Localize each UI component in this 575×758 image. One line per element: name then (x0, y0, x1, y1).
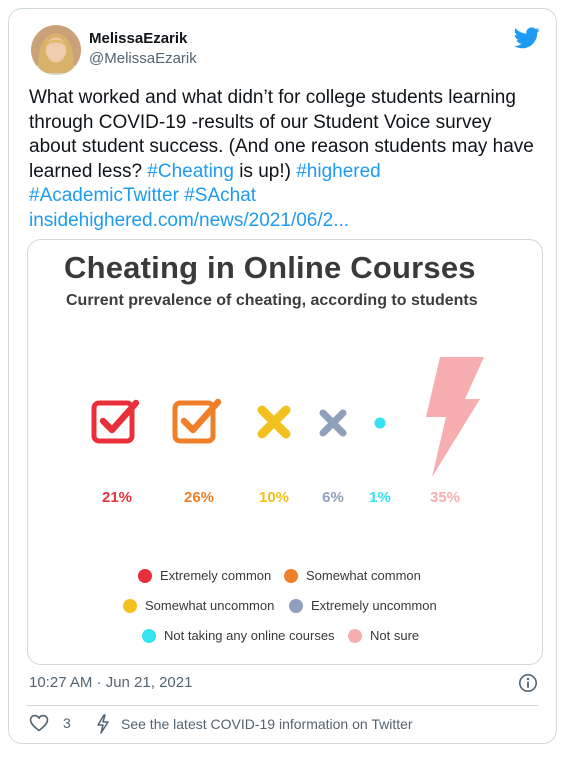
covid-info-link[interactable]: See the latest COVID-19 information on T… (95, 714, 413, 734)
stat-somewhat-uncommon: 10% (258, 489, 290, 506)
legend-label: Extremely uncommon (311, 598, 437, 613)
tweet-card: MelissaEzarik @MelissaEzarik What worked… (8, 8, 557, 744)
x-mark-icon (319, 409, 347, 437)
hashtag-academictwitter[interactable]: #AcademicTwitter (29, 185, 179, 206)
stat-extremely-common: 21% (101, 489, 133, 506)
legend-label: Somewhat common (306, 568, 421, 583)
stat-not-sure: 35% (429, 489, 461, 506)
infographic-title: Cheating in Online Courses (64, 250, 476, 285)
legend-label: Not taking any online courses (164, 628, 335, 643)
author-name[interactable]: MelissaEzarik (89, 30, 187, 47)
tweet-text: What worked and what didn’t for college … (29, 86, 539, 233)
lightning-bolt-icon (97, 714, 109, 734)
infographic-subtitle: Current prevalence of cheating, accordin… (66, 292, 478, 309)
author-handle[interactable]: @MelissaEzarik (89, 50, 197, 67)
tweet-body-continued: is up!) (233, 160, 297, 182)
hashtag-highered[interactable]: #highered (296, 161, 381, 182)
legend-dot (289, 598, 303, 613)
info-icon[interactable] (518, 673, 538, 693)
legend-label: Not sure (370, 628, 420, 643)
legend-dot (142, 628, 156, 643)
x-mark-icon (257, 405, 291, 439)
hashtag-sachat[interactable]: #SAchat (184, 185, 256, 206)
legend-somewhat-common: Somewhat common (284, 568, 421, 583)
legend-somewhat-uncommon: Somewhat uncommon (123, 598, 274, 613)
divider (27, 705, 538, 706)
lightning-icon (426, 357, 484, 477)
legend-label: Somewhat uncommon (145, 598, 275, 613)
covid-info-text: See the latest COVID-19 information on T… (121, 716, 413, 732)
legend-extremely-common: Extremely common (138, 568, 271, 583)
like-button[interactable]: 3 (29, 714, 71, 732)
stat-somewhat-common: 26% (183, 489, 215, 506)
legend-dot (123, 598, 137, 613)
like-count: 3 (63, 715, 71, 731)
legend-dot (138, 568, 152, 583)
avatar[interactable] (31, 25, 81, 75)
stat-extremely-uncommon: 6% (322, 489, 344, 506)
legend-not-taking-courses: Not taking any online courses (142, 628, 335, 643)
legend-not-sure: Not sure (348, 628, 419, 643)
infographic-image[interactable]: Cheating in Online Courses Current preva… (27, 239, 543, 665)
hashtag-cheating[interactable]: #Cheating (147, 161, 234, 182)
legend-dot (348, 628, 362, 643)
checkbox-check-icon (172, 398, 222, 444)
legend-label: Extremely common (160, 568, 272, 583)
checkbox-check-icon (91, 399, 140, 444)
twitter-bird-icon[interactable] (514, 27, 540, 49)
heart-icon (29, 714, 49, 732)
dot-icon (374, 417, 386, 429)
legend-dot (284, 568, 298, 583)
stat-not-taking-courses: 1% (369, 489, 391, 506)
timestamp[interactable]: 10:27 AM · Jun 21, 2021 (29, 674, 192, 691)
article-link[interactable]: insidehighered.com/news/2021/06/2... (29, 210, 349, 231)
legend-extremely-uncommon: Extremely uncommon (289, 598, 437, 613)
